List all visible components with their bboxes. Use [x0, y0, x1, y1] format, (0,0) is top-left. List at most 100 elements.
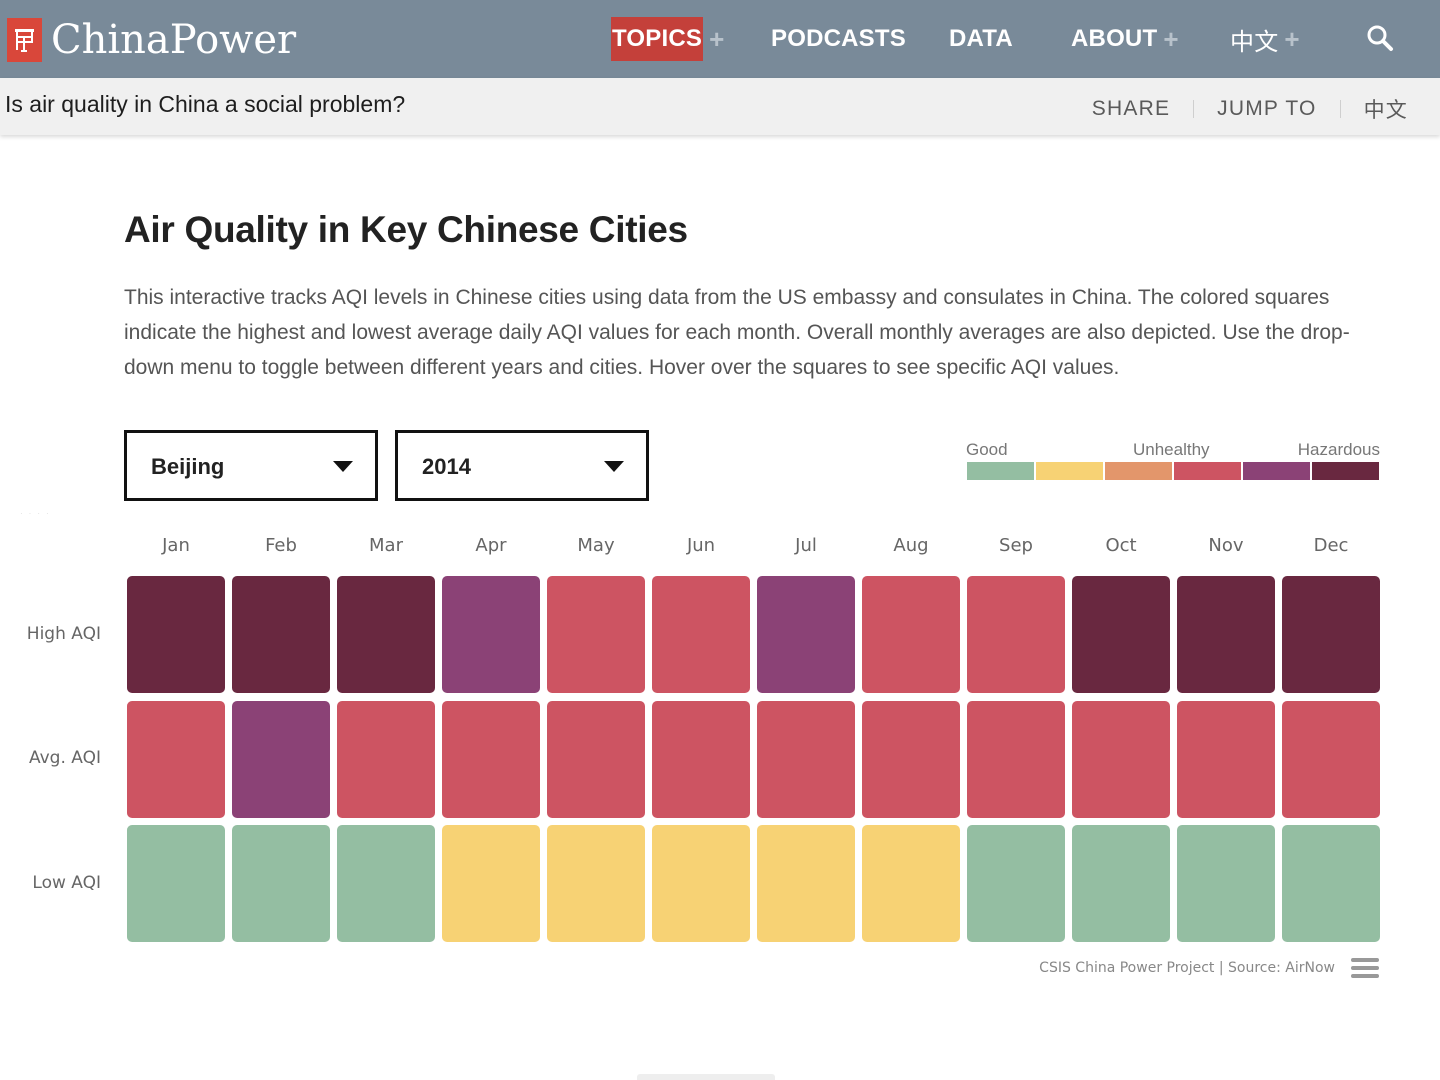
divider — [1339, 100, 1341, 118]
heatmap-cell-avg-aqi-feb[interactable] — [232, 700, 330, 818]
heatmap-cell-low-aqi-jul[interactable] — [757, 825, 855, 942]
bottom-tab — [637, 1074, 775, 1080]
aqi-heatmap: Jan Feb Mar Apr May Jun Jul Aug Sep Oct Nov Dec High… — [0, 520, 1440, 960]
year-select-value: 2014 — [422, 454, 471, 479]
nav-chinese[interactable]: 中文 + — [1230, 18, 1300, 60]
heatmap-cell-avg-aqi-apr[interactable] — [442, 700, 540, 818]
heatmap-cell-avg-aqi-jan[interactable] — [127, 700, 225, 818]
hamburger-icon-bar — [1351, 974, 1379, 978]
article-title: Is air quality in China a social problem… — [5, 91, 406, 117]
month-label-oct: Oct — [1105, 535, 1137, 556]
chinese-language-link[interactable]: 中文 — [1364, 94, 1408, 124]
heatmap-cell-high-aqi-apr[interactable] — [442, 576, 540, 693]
heatmap-cell-low-aqi-nov[interactable] — [1177, 825, 1275, 942]
heatmap-cell-low-aqi-apr[interactable] — [442, 825, 540, 942]
heatmap-cell-low-aqi-sep[interactable] — [967, 825, 1065, 942]
heatmap-cell-high-aqi-nov[interactable] — [1177, 576, 1275, 693]
heatmap-cell-avg-aqi-aug[interactable] — [862, 700, 960, 818]
heatmap-cell-avg-aqi-nov[interactable] — [1177, 700, 1275, 818]
heatmap-cell-low-aqi-jun[interactable] — [652, 825, 750, 942]
month-label-may: May — [577, 535, 615, 556]
heatmap-cell-high-aqi-oct[interactable] — [1072, 576, 1170, 693]
heatmap-cell-high-aqi-mar[interactable] — [337, 576, 435, 693]
search-button[interactable] — [1364, 22, 1396, 54]
month-label-nov: Nov — [1208, 535, 1244, 556]
nav-data-label: DATA — [949, 25, 1013, 52]
share-link[interactable]: SHARE — [1092, 97, 1170, 121]
row-label-high-aqi: High AQI — [26, 623, 101, 644]
heatmap-cell-avg-aqi-jun[interactable] — [652, 700, 750, 818]
year-select[interactable]: 2014 — [395, 430, 649, 501]
heatmap-cell-avg-aqi-sep[interactable] — [967, 700, 1065, 818]
chart-description: This interactive tracks AQI levels in Ch… — [124, 286, 1350, 379]
heatmap-cell-high-aqi-aug[interactable] — [862, 576, 960, 693]
heatmap-cell-low-aqi-may[interactable] — [547, 825, 645, 942]
month-label-sep: Sep — [999, 535, 1033, 556]
nav-podcasts[interactable]: PODCASTS — [771, 18, 906, 60]
jump-to-link[interactable]: JUMP TO — [1217, 97, 1316, 121]
heatmap-cell-low-aqi-aug[interactable] — [862, 825, 960, 942]
plus-icon: + — [1163, 23, 1179, 54]
aqi-legend: Good Unhealthy Hazardous — [966, 440, 1380, 482]
legend-swatches — [967, 462, 1379, 480]
hamburger-icon-bar — [1351, 966, 1379, 970]
heatmap-cell-low-aqi-dec[interactable] — [1282, 825, 1380, 942]
plus-icon: + — [709, 23, 725, 54]
nav-topics-label: TOPICS — [611, 17, 704, 61]
heatmap-cell-low-aqi-oct[interactable] — [1072, 825, 1170, 942]
legend-swatch-good — [967, 462, 1034, 480]
legend-swatch-moderate — [1036, 462, 1103, 480]
legend-label-hazardous: Hazardous — [1297, 440, 1380, 459]
nav-podcasts-label: PODCASTS — [771, 25, 906, 52]
heatmap-cell-low-aqi-feb[interactable] — [232, 825, 330, 942]
row-label-low-aqi: Low AQI — [32, 872, 101, 893]
legend-label-good: Good — [966, 440, 1008, 459]
heatmap-cell-high-aqi-feb[interactable] — [232, 576, 330, 693]
heatmap-cell-avg-aqi-mar[interactable] — [337, 700, 435, 818]
heatmap-cell-avg-aqi-jul[interactable] — [757, 700, 855, 818]
nav-data[interactable]: DATA — [949, 18, 1013, 60]
search-icon — [1367, 25, 1393, 51]
heatmap-cell-high-aqi-jul[interactable] — [757, 576, 855, 693]
nav-about-label: ABOUT — [1071, 25, 1158, 52]
legend-swatch-hazardous — [1312, 462, 1379, 480]
row-label-avg-aqi: Avg. AQI — [28, 748, 101, 768]
legend-label-unhealthy: Unhealthy — [1133, 440, 1210, 459]
heatmap-cell-low-aqi-jan[interactable] — [127, 825, 225, 942]
article-subbar: Is air quality in China a social problem… — [0, 78, 1440, 135]
month-label-jan: Jan — [162, 535, 190, 556]
month-label-mar: Mar — [369, 535, 403, 556]
city-select[interactable]: Beijing — [124, 430, 378, 501]
heatmap-cell-high-aqi-jun[interactable] — [652, 576, 750, 693]
legend-swatch-unhealthy-for-sensitive-groups — [1105, 462, 1172, 480]
logo-text: ChinaPower — [51, 17, 297, 63]
heatmap-cell-high-aqi-may[interactable] — [547, 576, 645, 693]
chart-title: Air Quality in Key Chinese Cities — [124, 209, 688, 250]
decorative-dots: ···· — [20, 509, 55, 518]
divider — [1193, 100, 1195, 118]
top-nav-bar: ChinaPower TOPICS + PODCASTS DATA ABOUT … — [0, 0, 1440, 78]
logo-icon — [7, 18, 42, 62]
city-select-value: Beijing — [151, 454, 225, 479]
heatmap-cell-low-aqi-mar[interactable] — [337, 825, 435, 942]
heatmap-cell-avg-aqi-oct[interactable] — [1072, 700, 1170, 818]
subbar-links: SHARE JUMP TO 中文 — [1092, 94, 1408, 124]
nav-about[interactable]: ABOUT + — [1071, 18, 1179, 60]
month-label-aug: Aug — [893, 535, 929, 556]
site-logo[interactable]: ChinaPower — [7, 16, 296, 64]
heatmap-cell-high-aqi-jan[interactable] — [127, 576, 225, 693]
legend-swatch-very-unhealthy — [1243, 462, 1310, 480]
heatmap-cell-avg-aqi-may[interactable] — [547, 700, 645, 818]
chart-credit: CSIS China Power Project | Source: AirNo… — [1039, 960, 1335, 976]
caret-down-icon — [604, 461, 624, 472]
hamburger-icon-bar — [1351, 958, 1379, 962]
month-label-dec: Dec — [1313, 535, 1349, 556]
heatmap-cell-high-aqi-sep[interactable] — [967, 576, 1065, 693]
nav-topics[interactable]: TOPICS + — [611, 17, 725, 61]
nav-chinese-label: 中文 — [1230, 27, 1279, 56]
heatmap-cell-high-aqi-dec[interactable] — [1282, 576, 1380, 693]
chart-menu-button[interactable] — [1351, 958, 1379, 980]
heatmap-cell-avg-aqi-dec[interactable] — [1282, 700, 1380, 818]
month-label-apr: Apr — [475, 535, 507, 556]
plus-icon: + — [1284, 23, 1300, 54]
